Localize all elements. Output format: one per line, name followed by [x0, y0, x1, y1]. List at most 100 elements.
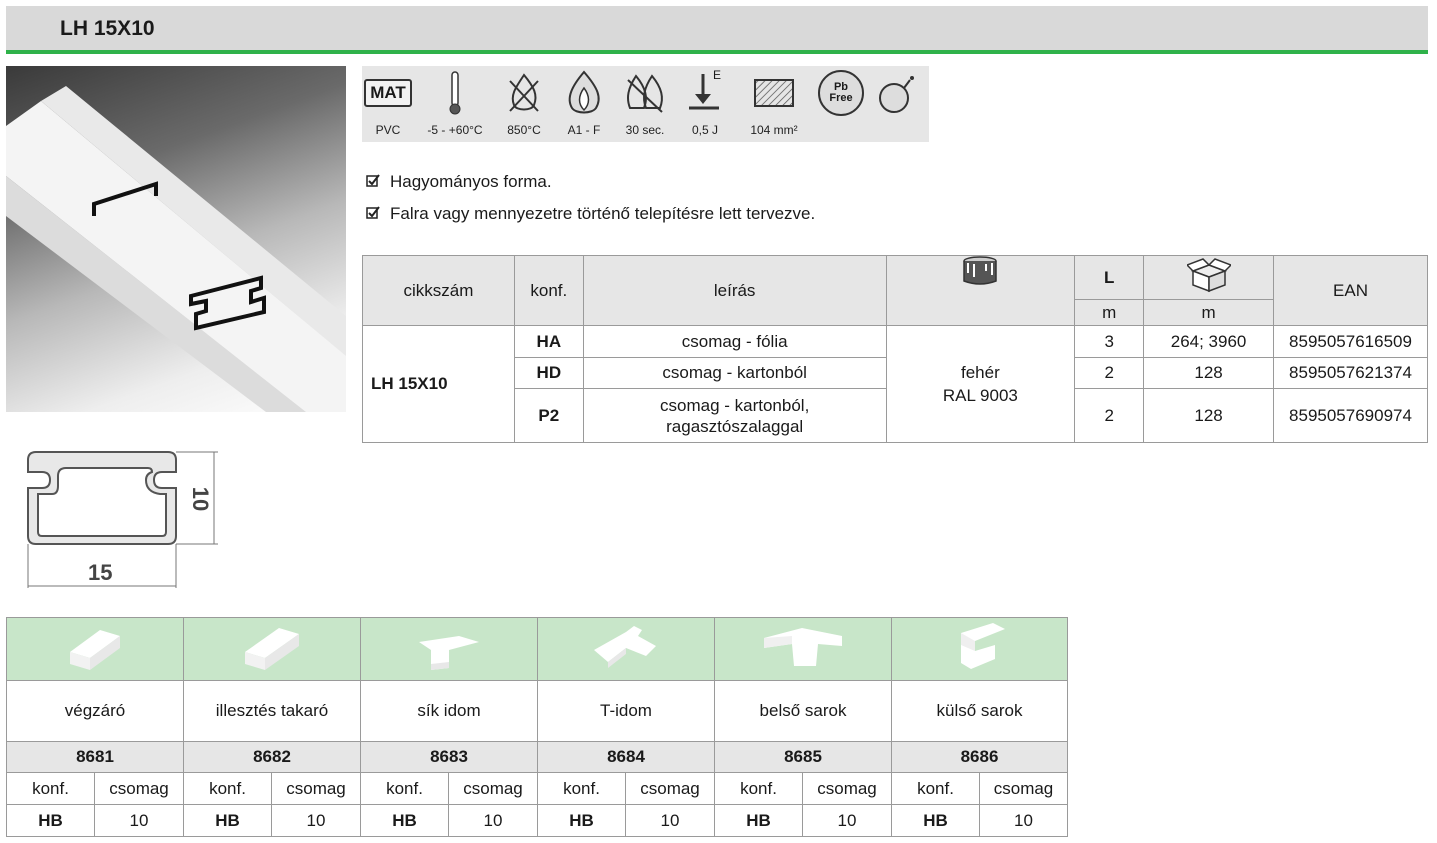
properties-icon-bar: MAT PVC -5 - +60°C 850°C A1 - F 30 sec. …: [362, 66, 929, 142]
temperature-property: -5 - +60°C: [418, 66, 492, 142]
box-icon: [1185, 258, 1232, 297]
bomb-icon: [870, 70, 926, 116]
inner-corner-icon: [764, 627, 842, 666]
sub-header-conf: konf.: [714, 772, 803, 805]
glow-wire-property: 850°C: [496, 66, 552, 142]
joint-cover-icon: [245, 627, 299, 670]
double-flame-icon: [616, 70, 674, 116]
feature-item: Hagyományos forma.: [366, 172, 552, 192]
accessory-image: [183, 617, 361, 681]
accessory-pack: 10: [448, 804, 538, 837]
t-piece-icon: [594, 625, 656, 668]
accessory-conf: HB: [360, 804, 449, 837]
sub-header-conf: konf.: [6, 772, 95, 805]
sub-header-conf: konf.: [891, 772, 980, 805]
ean-cell: 8595057621374: [1273, 357, 1428, 389]
accessory-conf: HB: [6, 804, 95, 837]
page-header: LH 15X10: [6, 6, 1428, 54]
accessory-conf: HB: [714, 804, 803, 837]
col-header-desc: leírás: [582, 255, 887, 326]
cross-section-label: 104 mm²: [750, 123, 798, 137]
outer-corner-icon: [960, 622, 1005, 669]
package-cell: 128: [1143, 357, 1274, 389]
accessory-name: végzáró: [6, 680, 184, 742]
sub-header-pack: csomag: [625, 772, 715, 805]
burn-time-property: 30 sec.: [616, 66, 674, 142]
impact-label: 0,5 J: [691, 123, 718, 137]
accessory-code: 8683: [360, 741, 538, 773]
col-header-length-unit: m: [1074, 299, 1145, 326]
col-header-color: [885, 255, 1076, 326]
sub-header-pack: csomag: [448, 772, 538, 805]
col-header-length: L: [1074, 255, 1145, 300]
col-header-code: cikkszám: [362, 255, 515, 326]
accessories-table: végzáró illesztés takaró sík idom T-idom…: [6, 617, 1068, 837]
desc-cell: csomag - kartonból: [582, 357, 887, 389]
explosive-property: [870, 66, 926, 142]
col-header-package-unit: m: [1143, 299, 1274, 326]
accessory-name: T-idom: [537, 680, 715, 742]
product-photo: [6, 66, 346, 412]
accessory-name: belső sarok: [714, 680, 892, 742]
mat-box-icon: MAT: [362, 70, 414, 116]
accessory-conf: HB: [183, 804, 272, 837]
accessory-conf: HB: [537, 804, 626, 837]
accessory-name: illesztés takaró: [183, 680, 361, 742]
package-cell: 128: [1143, 388, 1274, 443]
accessory-pack: 10: [802, 804, 892, 837]
accessory-code: 8685: [714, 741, 892, 773]
accessory-name: sík idom: [360, 680, 538, 742]
material-label: PVC: [375, 123, 401, 137]
accessory-pack: 10: [271, 804, 361, 837]
pb-free-icon: Pb Free: [816, 70, 866, 116]
flammability-property: A1 - F: [556, 66, 612, 142]
feature-item: Falra vagy mennyezetre történő telepítés…: [366, 204, 815, 224]
paint-bucket-icon: [962, 255, 998, 292]
length-cell: 2: [1074, 357, 1145, 389]
flame-icon: [556, 70, 612, 116]
sub-header-pack: csomag: [979, 772, 1068, 805]
spec-table: cikkszám konf. leírás L EAN m m LH 15X10: [362, 255, 1428, 443]
accessory-code: 8682: [183, 741, 361, 773]
accessory-image: [891, 617, 1068, 681]
accessory-image: [537, 617, 715, 681]
accessory-image: [6, 617, 184, 681]
impact-property: E 0,5 J: [678, 66, 732, 142]
ean-cell: 8595057616509: [1273, 325, 1428, 358]
checkbox-icon: [366, 204, 384, 224]
col-header-ean: EAN: [1273, 255, 1428, 326]
length-cell: 3: [1074, 325, 1145, 358]
desc-cell: csomag - fólia: [582, 325, 887, 358]
ean-cell: 8595057690974: [1273, 388, 1428, 443]
conf-cell: HA: [513, 325, 584, 358]
accessory-image: [714, 617, 892, 681]
accessory-pack: 10: [979, 804, 1068, 837]
sub-header-conf: konf.: [183, 772, 272, 805]
sub-header-pack: csomag: [802, 772, 892, 805]
pb-free-property: Pb Free: [816, 66, 866, 142]
flammability-label: A1 - F: [567, 123, 601, 137]
dimension-height-label: 10: [188, 486, 214, 512]
col-header-conf: konf.: [513, 255, 584, 326]
checkbox-icon: [366, 172, 384, 192]
accessory-name: külső sarok: [891, 680, 1068, 742]
page-title: LH 15X10: [60, 17, 155, 40]
accessory-pack: 10: [625, 804, 715, 837]
accessory-code: 8681: [6, 741, 184, 773]
flat-angle-icon: [419, 635, 479, 670]
cross-section-icon: [736, 70, 812, 116]
impact-arrow-icon: E: [678, 68, 732, 116]
accessory-conf: HB: [891, 804, 980, 837]
crossed-flame-icon: [496, 70, 552, 116]
desc-cell: csomag - kartonból, ragasztószalaggal: [582, 388, 887, 443]
sub-header-pack: csomag: [271, 772, 361, 805]
accessory-image: [360, 617, 538, 681]
thermometer-icon: [418, 70, 492, 116]
accessory-pack: 10: [94, 804, 184, 837]
product-code-cell: LH 15X10: [362, 325, 515, 443]
dimension-width-label: 15: [88, 560, 113, 585]
conf-cell: P2: [513, 388, 584, 443]
table-row: LH 15X10 HA csomag - fólia fehér RAL 900…: [362, 325, 1428, 443]
color-cell: fehér RAL 9003: [885, 325, 1076, 443]
profile-drawing: 15 10: [18, 446, 228, 599]
